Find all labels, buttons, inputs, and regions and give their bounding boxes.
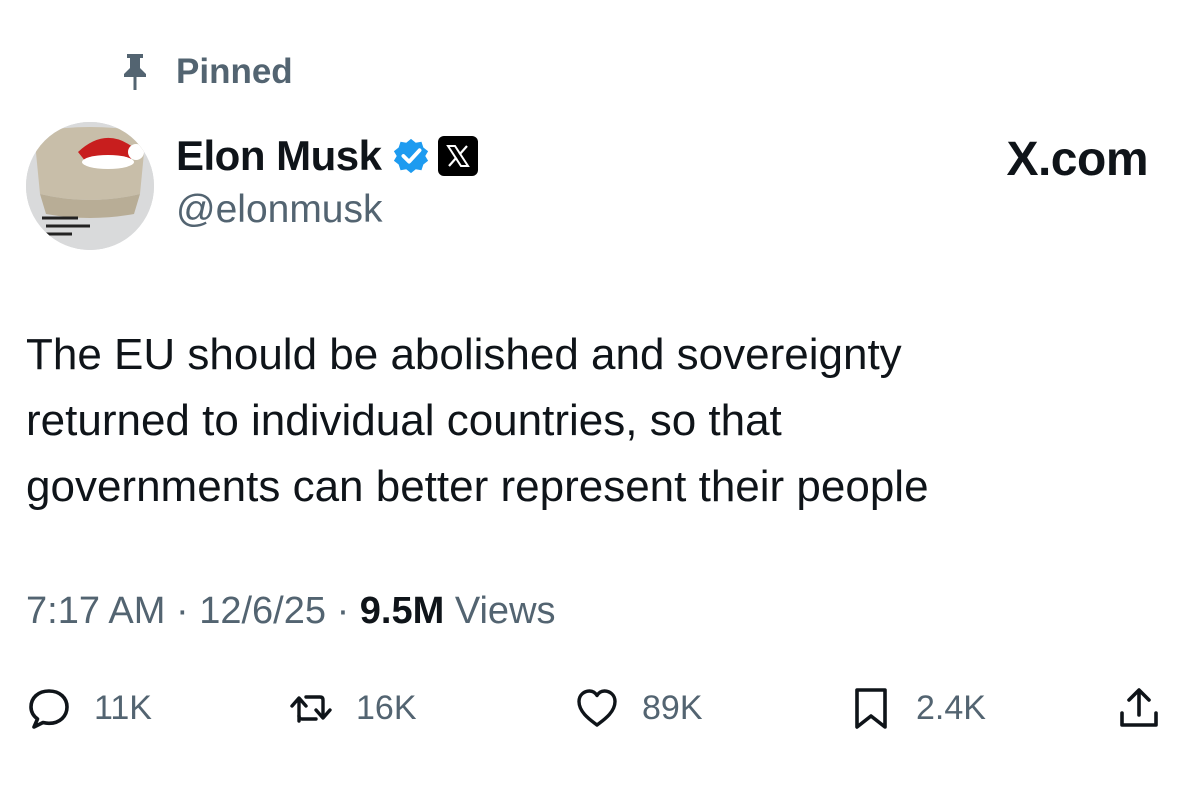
reply-icon (29, 689, 69, 729)
verified-badge-icon[interactable] (392, 137, 430, 175)
bookmark-button[interactable]: 2.4K (848, 682, 986, 734)
reply-button[interactable]: 11K (26, 682, 152, 734)
pinned-indicator: Pinned (118, 50, 293, 94)
like-count: 89K (642, 688, 703, 727)
reply-count: 11K (94, 688, 152, 727)
avatar[interactable] (26, 122, 154, 250)
tweet-actions: 11K 16K 89K 2.4K (26, 682, 1176, 734)
retweet-count: 16K (356, 688, 417, 727)
tweet-text-line: The EU should be abolished and sovereign… (26, 330, 902, 379)
tweet-date[interactable]: 12/6/25 (199, 590, 326, 632)
tweet-meta: 7:17 AM · 12/6/25 · 9.5M Views (26, 590, 556, 633)
author-handle[interactable]: @elonmusk (176, 188, 383, 232)
tweet-text: The EU should be abolished and sovereign… (26, 322, 1146, 520)
meta-separator: · (175, 590, 189, 632)
avatar-image (26, 122, 154, 250)
tweet-text-line: returned to individual countries, so tha… (26, 396, 782, 445)
brand-link[interactable]: X.com (1006, 132, 1148, 187)
heart-icon (577, 689, 617, 727)
bookmark-icon (855, 688, 887, 729)
pinned-label: Pinned (176, 52, 293, 91)
author-display-name[interactable]: Elon Musk (176, 132, 382, 180)
tweet-time[interactable]: 7:17 AM (26, 590, 165, 632)
x-logo-icon[interactable] (437, 136, 478, 176)
views-count: 9.5M (359, 590, 445, 632)
share-button[interactable] (1116, 682, 1162, 734)
tweet-text-line: governments can better represent their p… (26, 462, 929, 511)
meta-separator: · (336, 590, 350, 632)
pin-icon (124, 54, 146, 90)
like-button[interactable]: 89K (574, 682, 703, 734)
share-icon (1120, 688, 1158, 727)
views-label: Views (454, 590, 556, 632)
bookmark-count: 2.4K (916, 688, 986, 727)
retweet-icon (290, 695, 332, 723)
retweet-button[interactable]: 16K (288, 682, 417, 734)
author-name-row: Elon Musk (176, 130, 478, 182)
